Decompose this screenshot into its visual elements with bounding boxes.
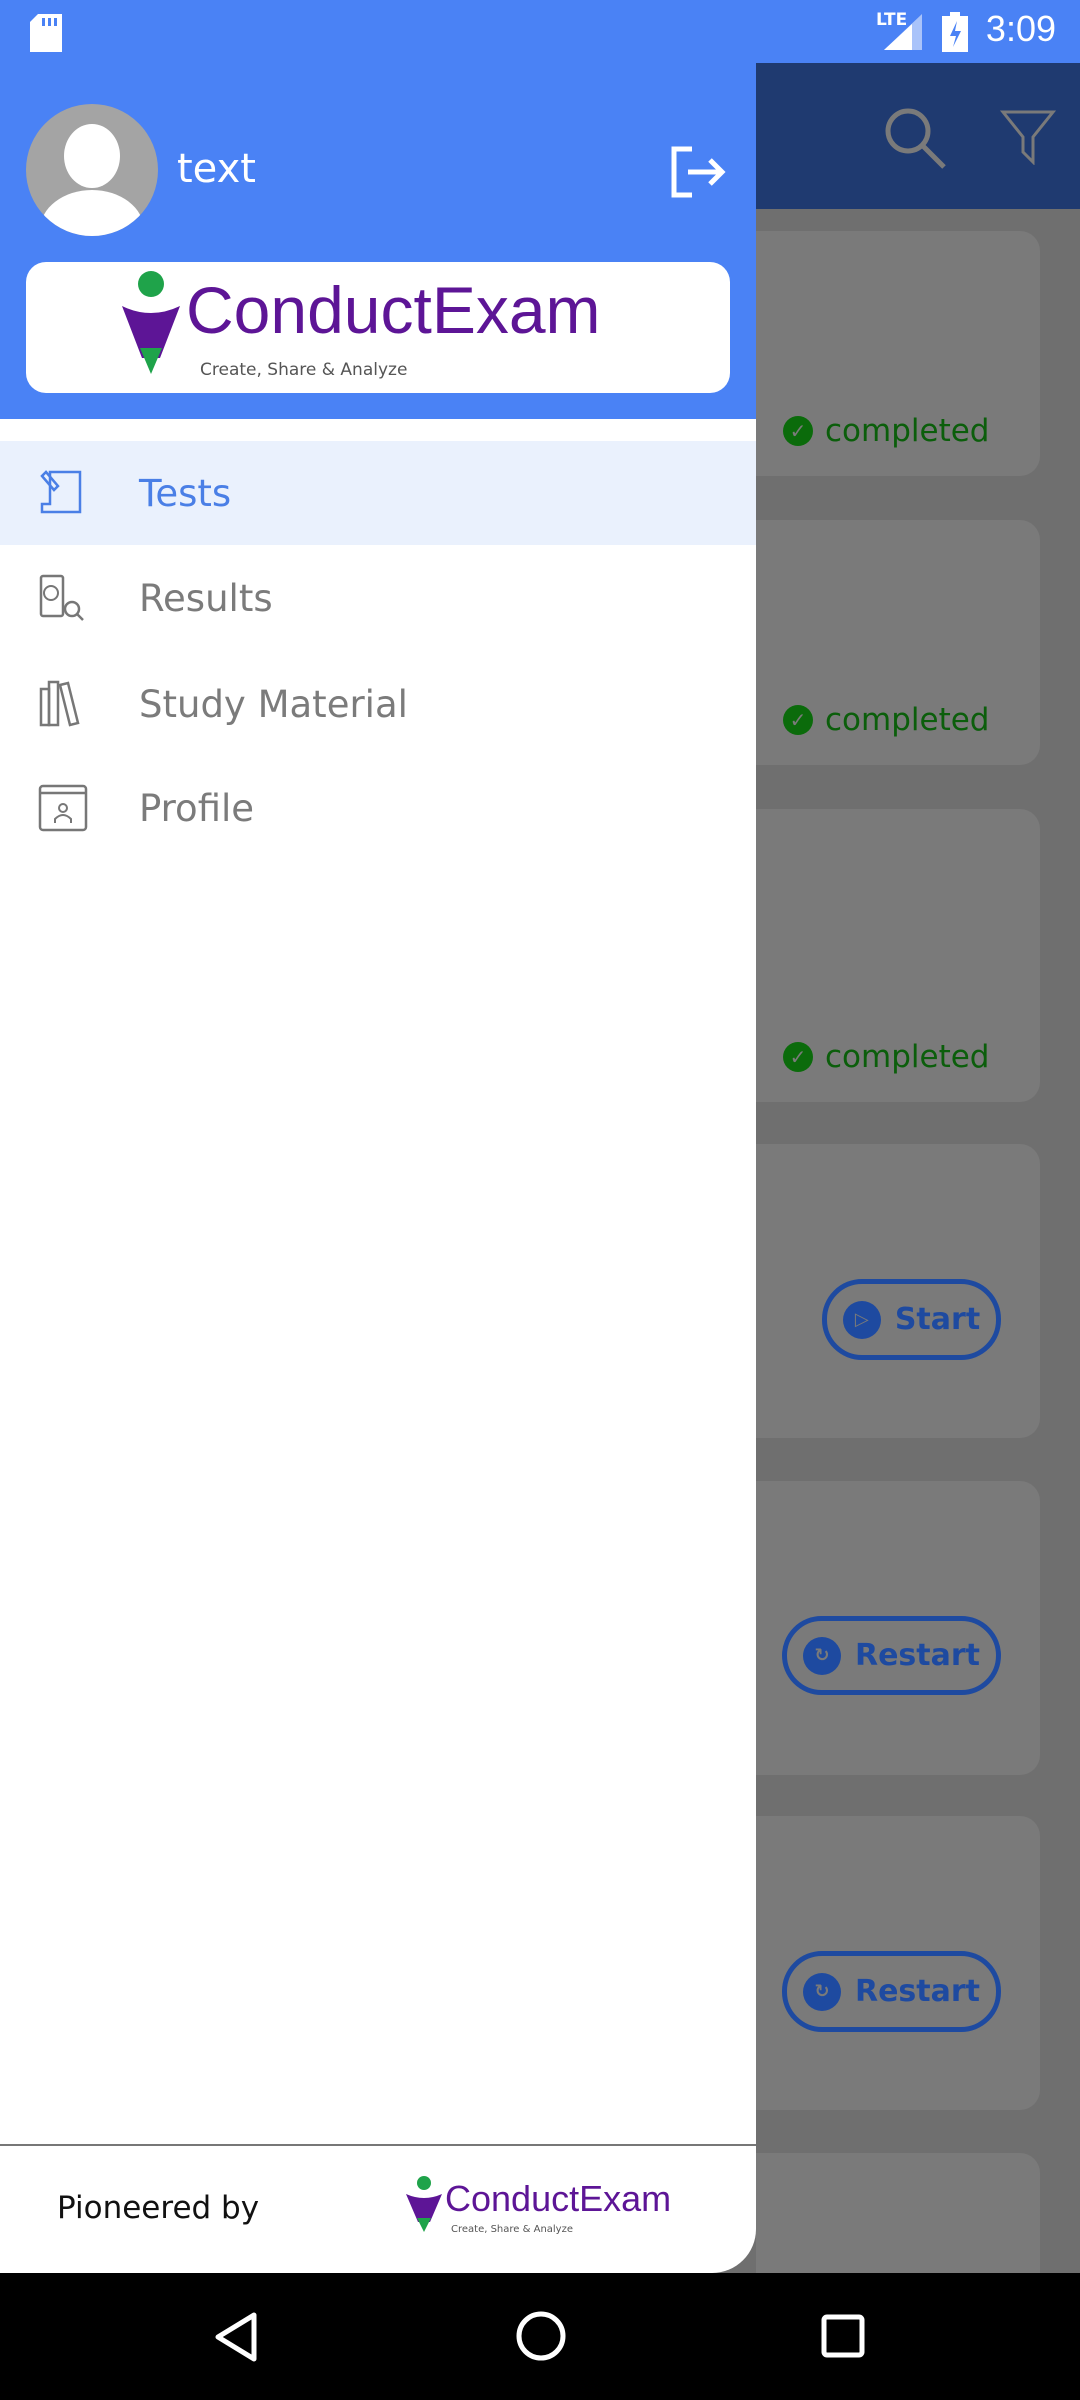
navigation-drawer: text ConductExam Create, Share & Analyze… (0, 0, 756, 2273)
battery-charging-icon (942, 12, 968, 52)
restart-icon: ↻ (802, 1636, 841, 1675)
pioneered-by-label: Pioneered by (57, 2190, 260, 2226)
status-completed: ✓ completed (783, 702, 989, 738)
clock: 3:09 (985, 8, 1056, 49)
logout-icon[interactable] (670, 146, 726, 198)
drawer-item-profile[interactable]: Profile (0, 756, 756, 860)
filter-icon[interactable] (1000, 109, 1056, 165)
footer-logo: ConductExam Create, Share & Analyze (405, 2176, 675, 2242)
logo-mark-icon (122, 271, 180, 374)
play-icon: ▷ (842, 1300, 881, 1339)
restart-button[interactable]: ↻ Restart (782, 1616, 1001, 1695)
search-icon[interactable] (882, 105, 948, 171)
results-icon (39, 574, 84, 621)
signal-icon (884, 14, 922, 50)
profile-icon (38, 784, 88, 832)
back-icon[interactable] (212, 2311, 260, 2363)
avatar[interactable] (26, 104, 158, 236)
check-circle-icon: ✓ (783, 1042, 813, 1072)
system-nav-bar (0, 2273, 1080, 2400)
check-circle-icon: ✓ (783, 705, 813, 735)
status-completed: ✓ completed (783, 1039, 989, 1075)
sd-card-icon (30, 14, 62, 52)
drawer-footer: Pioneered by ConductExam Create, Share &… (0, 2144, 756, 2273)
books-icon (39, 680, 80, 727)
drawer-item-study-material[interactable]: Study Material (0, 652, 756, 756)
start-button[interactable]: ▷ Start (822, 1279, 1001, 1360)
conductexam-logo: ConductExam Create, Share & Analyze (26, 262, 730, 393)
drawer-item-results[interactable]: Results (0, 546, 756, 650)
user-name: text (177, 146, 256, 192)
restart-icon: ↻ (802, 1972, 841, 2011)
status-bar: LTE 3:09 (0, 0, 1080, 63)
home-icon[interactable] (514, 2309, 568, 2363)
restart-button[interactable]: ↻ Restart (782, 1951, 1001, 2032)
status-completed: ✓ completed (783, 413, 989, 449)
test-scroll-icon (40, 470, 82, 514)
check-circle-icon: ✓ (783, 416, 813, 446)
app-bar (756, 63, 1080, 209)
drawer-item-tests[interactable]: Tests (0, 441, 756, 545)
logo-mark-icon (406, 2176, 442, 2232)
recents-icon[interactable] (820, 2313, 866, 2359)
